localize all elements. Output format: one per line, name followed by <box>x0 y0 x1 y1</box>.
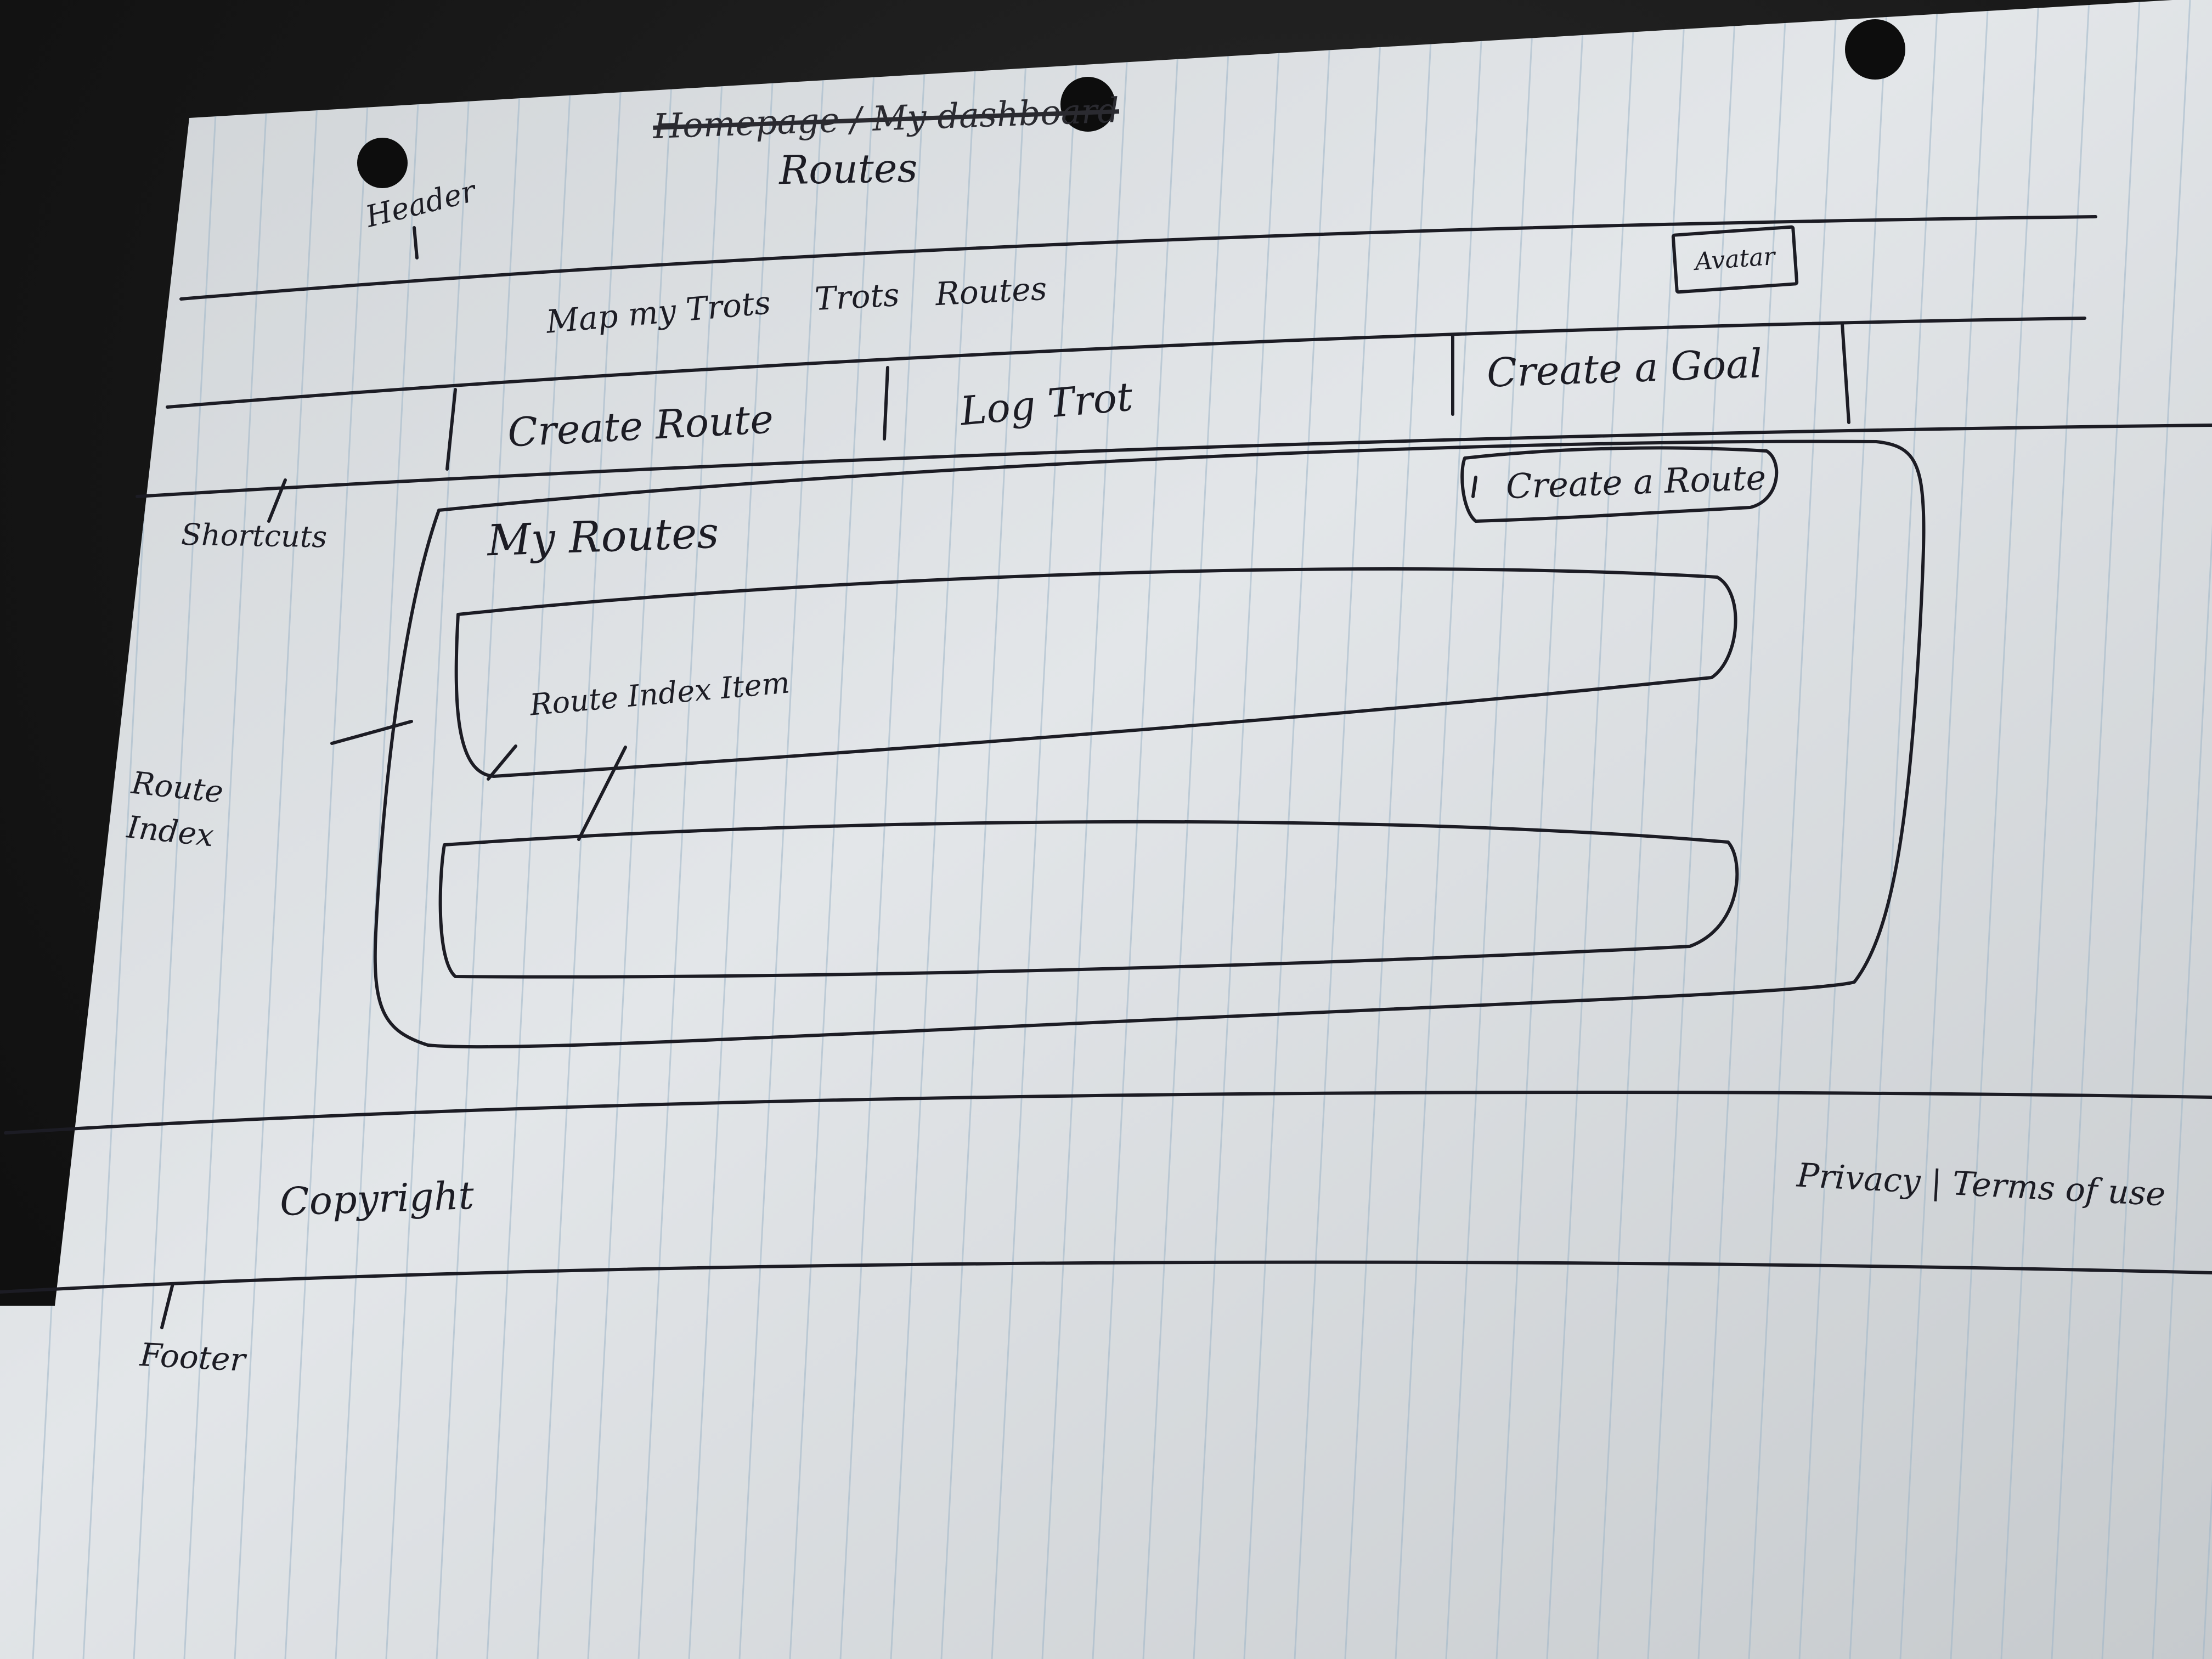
nav-item-routes[interactable]: Routes <box>934 270 1048 313</box>
shortcut-create-a-goal[interactable]: Create a Goal <box>1486 340 1763 396</box>
punch-hole <box>1845 19 1905 80</box>
annotation-route-index: Route Index <box>125 765 225 854</box>
photo-background: Homepage / My dashboard Routes Header Sh… <box>0 0 2212 1659</box>
create-route-button[interactable]: Create a Route <box>1505 458 1767 507</box>
avatar-label: Avatar <box>1694 242 1776 276</box>
footer-copyright: Copyright <box>279 1172 475 1225</box>
paper-sheet <box>0 0 2212 1659</box>
my-routes-heading: My Routes <box>486 508 720 566</box>
annotation-footer: Footer <box>139 1336 246 1379</box>
annotation-shortcuts: Shortcuts <box>180 517 328 555</box>
punch-hole <box>357 138 408 188</box>
nav-item-trots[interactable]: Trots <box>814 276 900 318</box>
page-title: Routes <box>778 144 918 194</box>
avatar[interactable]: Avatar <box>1671 225 1799 294</box>
